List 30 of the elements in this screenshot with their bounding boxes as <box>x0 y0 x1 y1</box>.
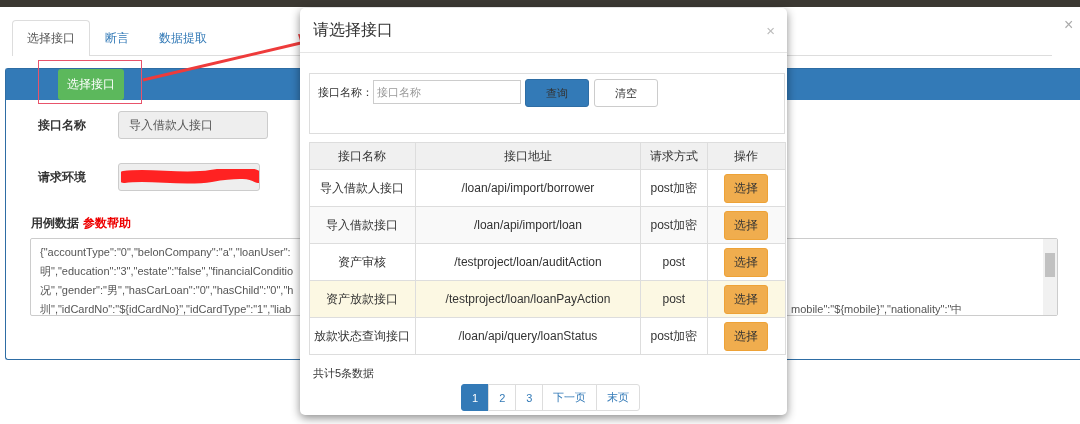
dialog-title: 请选择接口 <box>313 19 393 40</box>
field-label: 请求环境 <box>38 168 87 186</box>
table-cell: /loan/api/import/borrower <box>415 169 641 207</box>
table-cell: /testproject/loan/loanPayAction <box>415 280 641 318</box>
table-cell: post加密 <box>640 206 708 244</box>
text-line: mobile":"${mobile}","nationality":"中 <box>791 302 963 315</box>
table-cell: /loan/api/import/loan <box>415 206 641 244</box>
table-cell: post <box>640 243 708 281</box>
section-label: 用例数据 <box>31 215 79 232</box>
table-cell: 资产放款接口 <box>309 280 416 318</box>
table-cell: /testproject/loan/auditAction <box>415 243 641 281</box>
text-line: 况","gender":"男","hasCarLoan":"0","hasChild":"0","h <box>40 283 295 298</box>
column-header: 接口名称 <box>309 142 416 170</box>
table-cell: 导入借款接口 <box>309 206 416 244</box>
table-cell: 资产审核 <box>309 243 416 281</box>
field-label: 接口名称： <box>318 85 373 100</box>
column-header: 请求方式 <box>640 142 708 170</box>
text-line: {"accountType":"0","belonCompany":"a","loanUser": <box>40 245 292 260</box>
table-cell: post加密 <box>640 317 708 355</box>
table-cell: 导入借款人接口 <box>309 169 416 207</box>
text-line: 明","education":"3","estate":"false","financialConditio <box>40 264 295 279</box>
table-cell: 放款状态查询接口 <box>309 317 416 355</box>
text-line: 圳","idCardNo":"${idCardNo}","idCardType":"1","liab <box>40 302 293 315</box>
table-cell: post加密 <box>640 169 708 207</box>
record-count: 共计5条数据 <box>313 366 376 381</box>
table-cell: post <box>640 280 708 318</box>
table-cell: /loan/api/query/loanStatus <box>415 317 641 355</box>
column-header: 接口地址 <box>415 142 641 170</box>
column-header: 操作 <box>707 142 786 170</box>
field-label: 接口名称 <box>38 116 87 134</box>
